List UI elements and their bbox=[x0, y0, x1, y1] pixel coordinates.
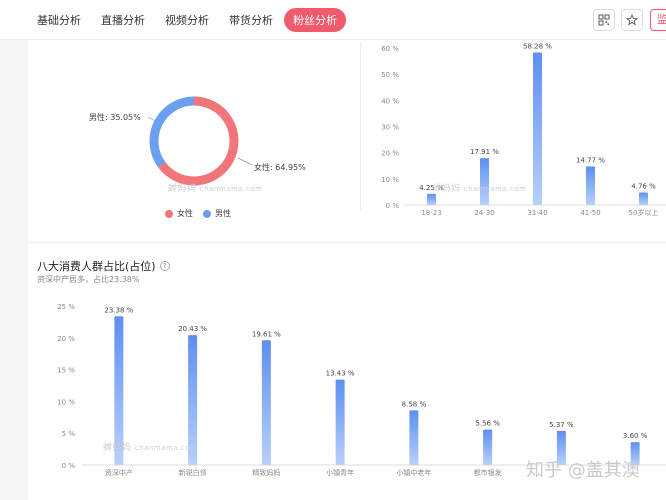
consumer-x-tick: 精致妈妈 bbox=[252, 468, 280, 477]
consumer-bar[interactable] bbox=[409, 410, 419, 465]
consumer-y-tick: 5 % bbox=[62, 430, 76, 438]
consumer-value-label: 5.37 % bbox=[549, 421, 574, 429]
consumer-value-label: 8.58 % bbox=[402, 400, 427, 408]
consumer-bar[interactable] bbox=[261, 340, 271, 465]
consumer-y-tick: 20 % bbox=[57, 335, 75, 343]
consumer-x-tick: 小镇中老年 bbox=[396, 468, 431, 477]
consumer-value-label: 5.56 % bbox=[475, 420, 500, 428]
consumer-y-tick: 25 % bbox=[57, 303, 75, 311]
watermark: 蝉妈妈 chanmama.com bbox=[103, 443, 198, 453]
consumer-value-label: 19.61 % bbox=[252, 330, 281, 338]
consumer-x-tick: 资深中产 bbox=[105, 468, 133, 477]
consumer-value-label: 23.38 % bbox=[104, 306, 133, 314]
consumer-y-tick: 15 % bbox=[57, 367, 75, 375]
consumer-bar[interactable] bbox=[335, 379, 345, 465]
consumer-bar[interactable] bbox=[483, 429, 493, 465]
consumer-value-label: 13.43 % bbox=[326, 370, 355, 378]
consumer-y-tick: 0 % bbox=[62, 462, 76, 470]
consumer-bar-chart: 0 % 5 % 10 % 15 % 20 % 25 % 23.38 % 资深中产 20.43 %… bbox=[57, 303, 666, 477]
zhihu-credit: 知乎 @盖其澳 bbox=[526, 460, 640, 481]
consumer-x-tick: 都市银发 bbox=[474, 468, 502, 477]
consumer-value-label: 3.60 % bbox=[623, 432, 648, 440]
consumer-y-tick: 10 % bbox=[57, 398, 75, 406]
consumer-value-label: 20.43 % bbox=[178, 325, 207, 333]
consumer-x-tick: 小镇青年 bbox=[326, 468, 354, 477]
consumer-x-tick: 新锐白领 bbox=[179, 468, 207, 477]
